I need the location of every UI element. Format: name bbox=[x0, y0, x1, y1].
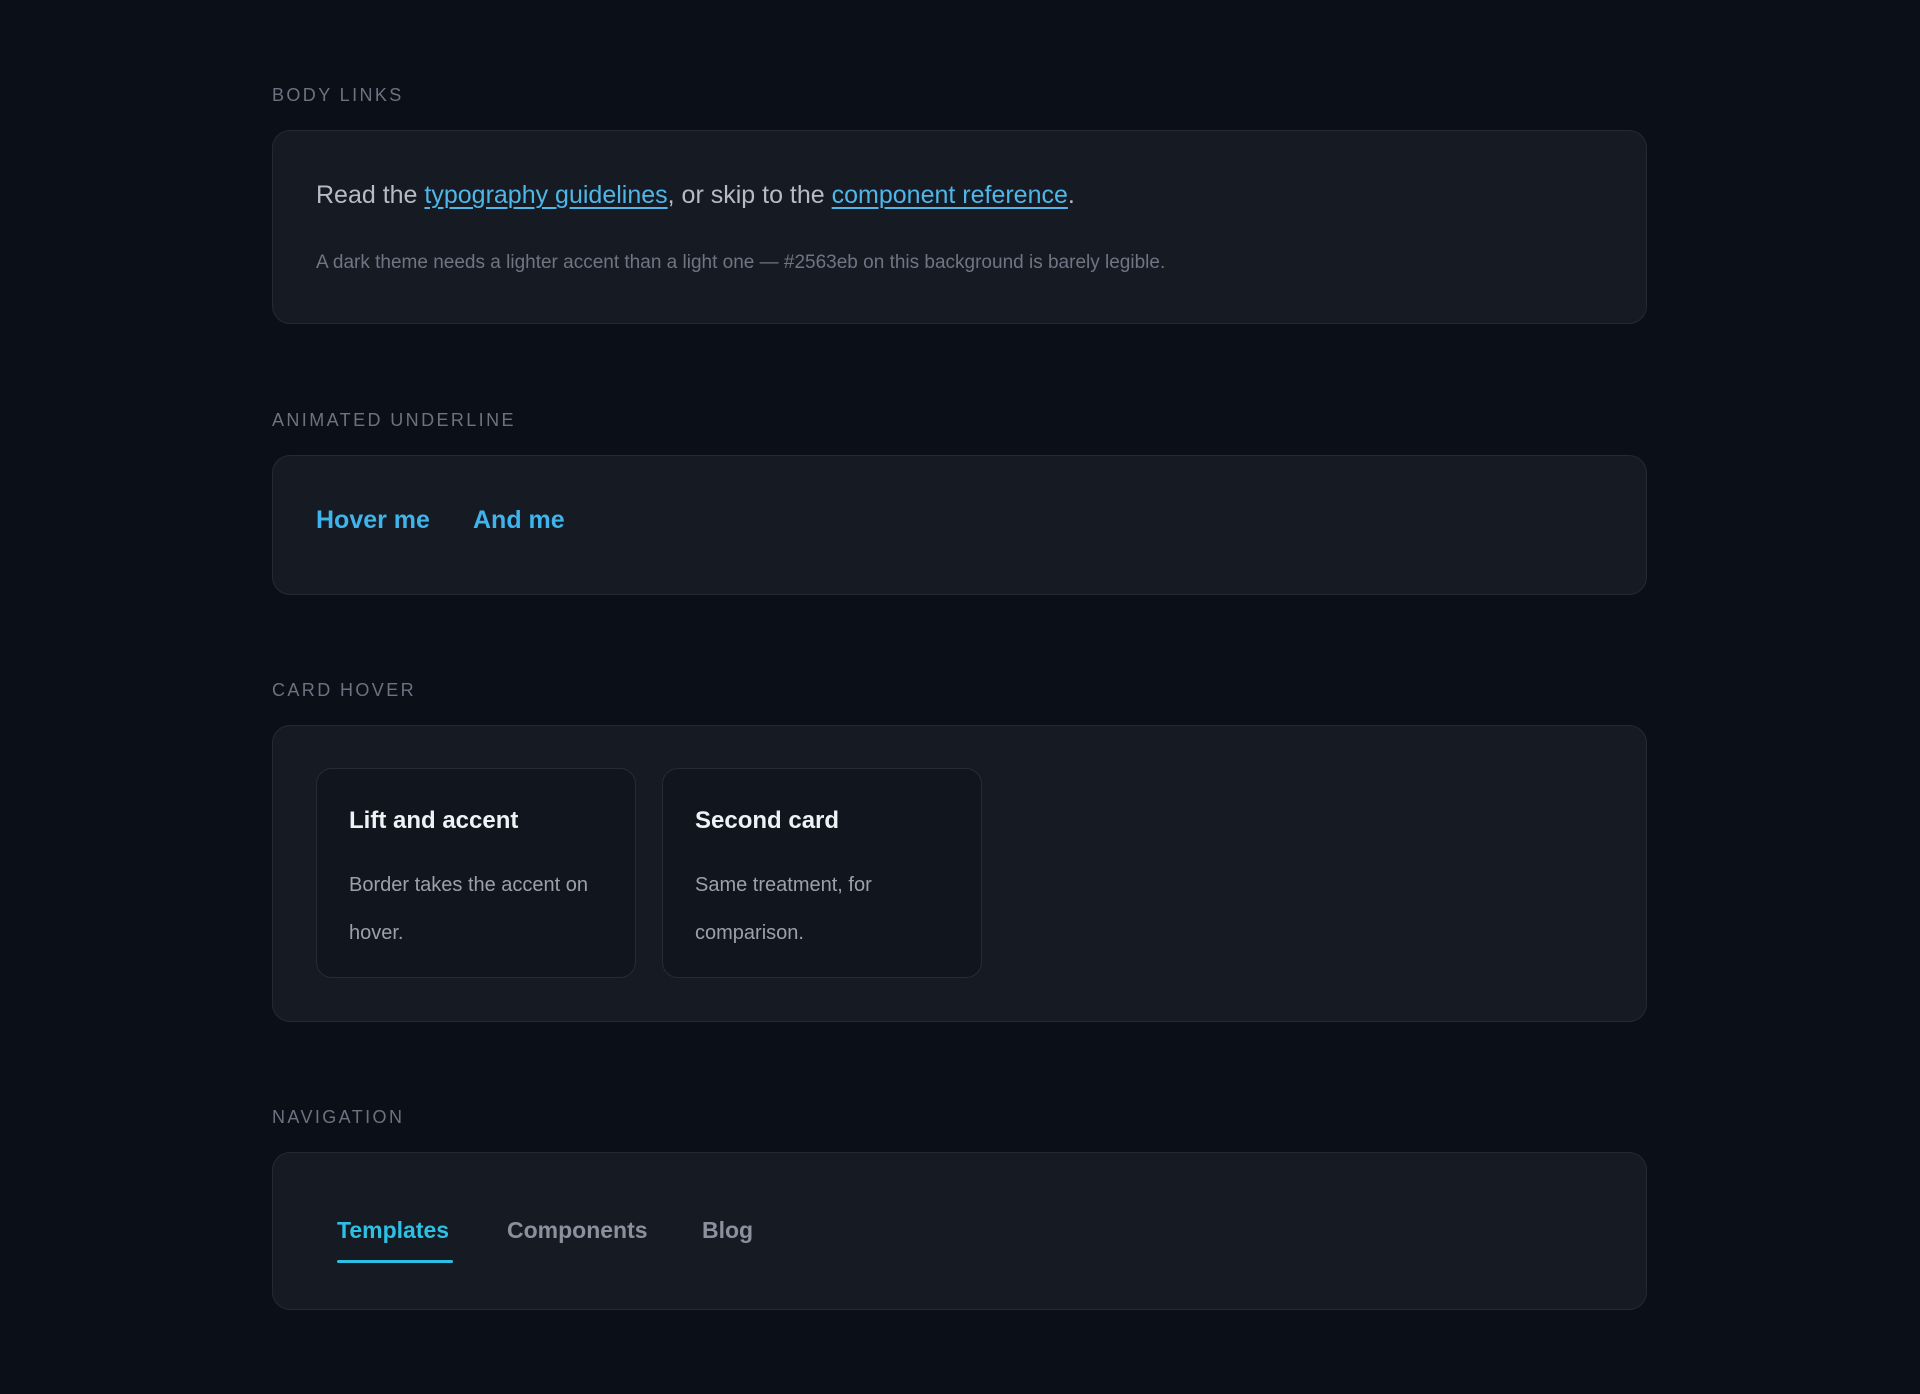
section-label-card-hover: CARD HOVER bbox=[272, 680, 417, 700]
nav-item-components[interactable]: Components bbox=[507, 1219, 648, 1242]
body-links-note: A dark theme needs a lighter accent than… bbox=[316, 252, 1166, 273]
lead-text-middle: , or skip to the bbox=[667, 181, 832, 209]
nav-item-blog[interactable]: Blog bbox=[702, 1219, 753, 1242]
component-reference-link[interactable]: component reference bbox=[832, 181, 1068, 209]
body-links-lead: Read the typography guidelines, or skip … bbox=[316, 181, 1075, 210]
navigation-panel: Templates Components Blog bbox=[272, 1152, 1647, 1310]
nav-item-templates[interactable]: Templates bbox=[337, 1219, 449, 1242]
section-label-animated-underline: ANIMATED UNDERLINE bbox=[272, 410, 516, 430]
second-card[interactable]: Second card Same treatment, for comparis… bbox=[662, 768, 982, 978]
lead-text-before: Read the bbox=[316, 181, 425, 209]
active-tab-indicator bbox=[337, 1260, 453, 1263]
animated-underline-panel: Hover me And me bbox=[272, 455, 1647, 595]
card-title: Lift and accent bbox=[349, 807, 519, 834]
card-body: Border takes the accent on hover. bbox=[349, 874, 589, 944]
lift-and-accent-card[interactable]: Lift and accent Border takes the accent … bbox=[316, 768, 636, 978]
lead-text-after: . bbox=[1067, 181, 1075, 209]
card-hover-panel: Lift and accent Border takes the accent … bbox=[272, 725, 1647, 1022]
section-label-navigation: NAVIGATION bbox=[272, 1107, 405, 1127]
section-label-body-links: BODY LINKS bbox=[272, 85, 404, 105]
body-links-panel: Read the typography guidelines, or skip … bbox=[272, 130, 1647, 324]
and-me-link[interactable]: And me bbox=[473, 506, 565, 535]
hover-me-link[interactable]: Hover me bbox=[316, 506, 430, 535]
card-body: Same treatment, for comparison. bbox=[695, 874, 872, 944]
card-title: Second card bbox=[695, 807, 840, 834]
typography-guidelines-link[interactable]: typography guidelines bbox=[424, 181, 667, 209]
